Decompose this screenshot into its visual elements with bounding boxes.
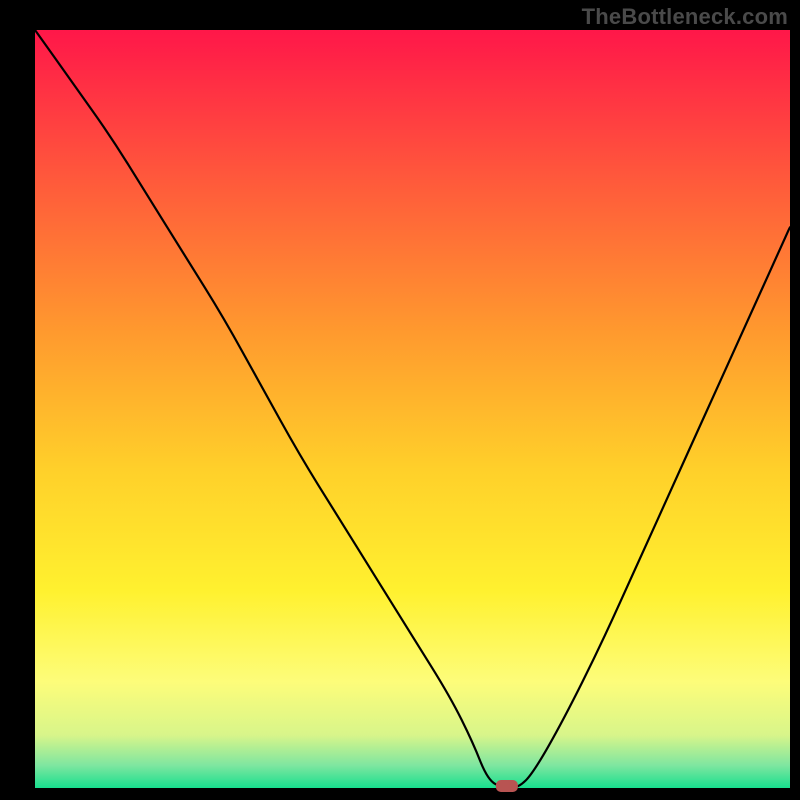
chart-frame: TheBottleneck.com (0, 0, 800, 800)
optimum-marker (496, 780, 518, 792)
watermark-label: TheBottleneck.com (582, 4, 788, 30)
bottleneck-chart (0, 0, 800, 800)
chart-background-gradient (35, 30, 790, 788)
